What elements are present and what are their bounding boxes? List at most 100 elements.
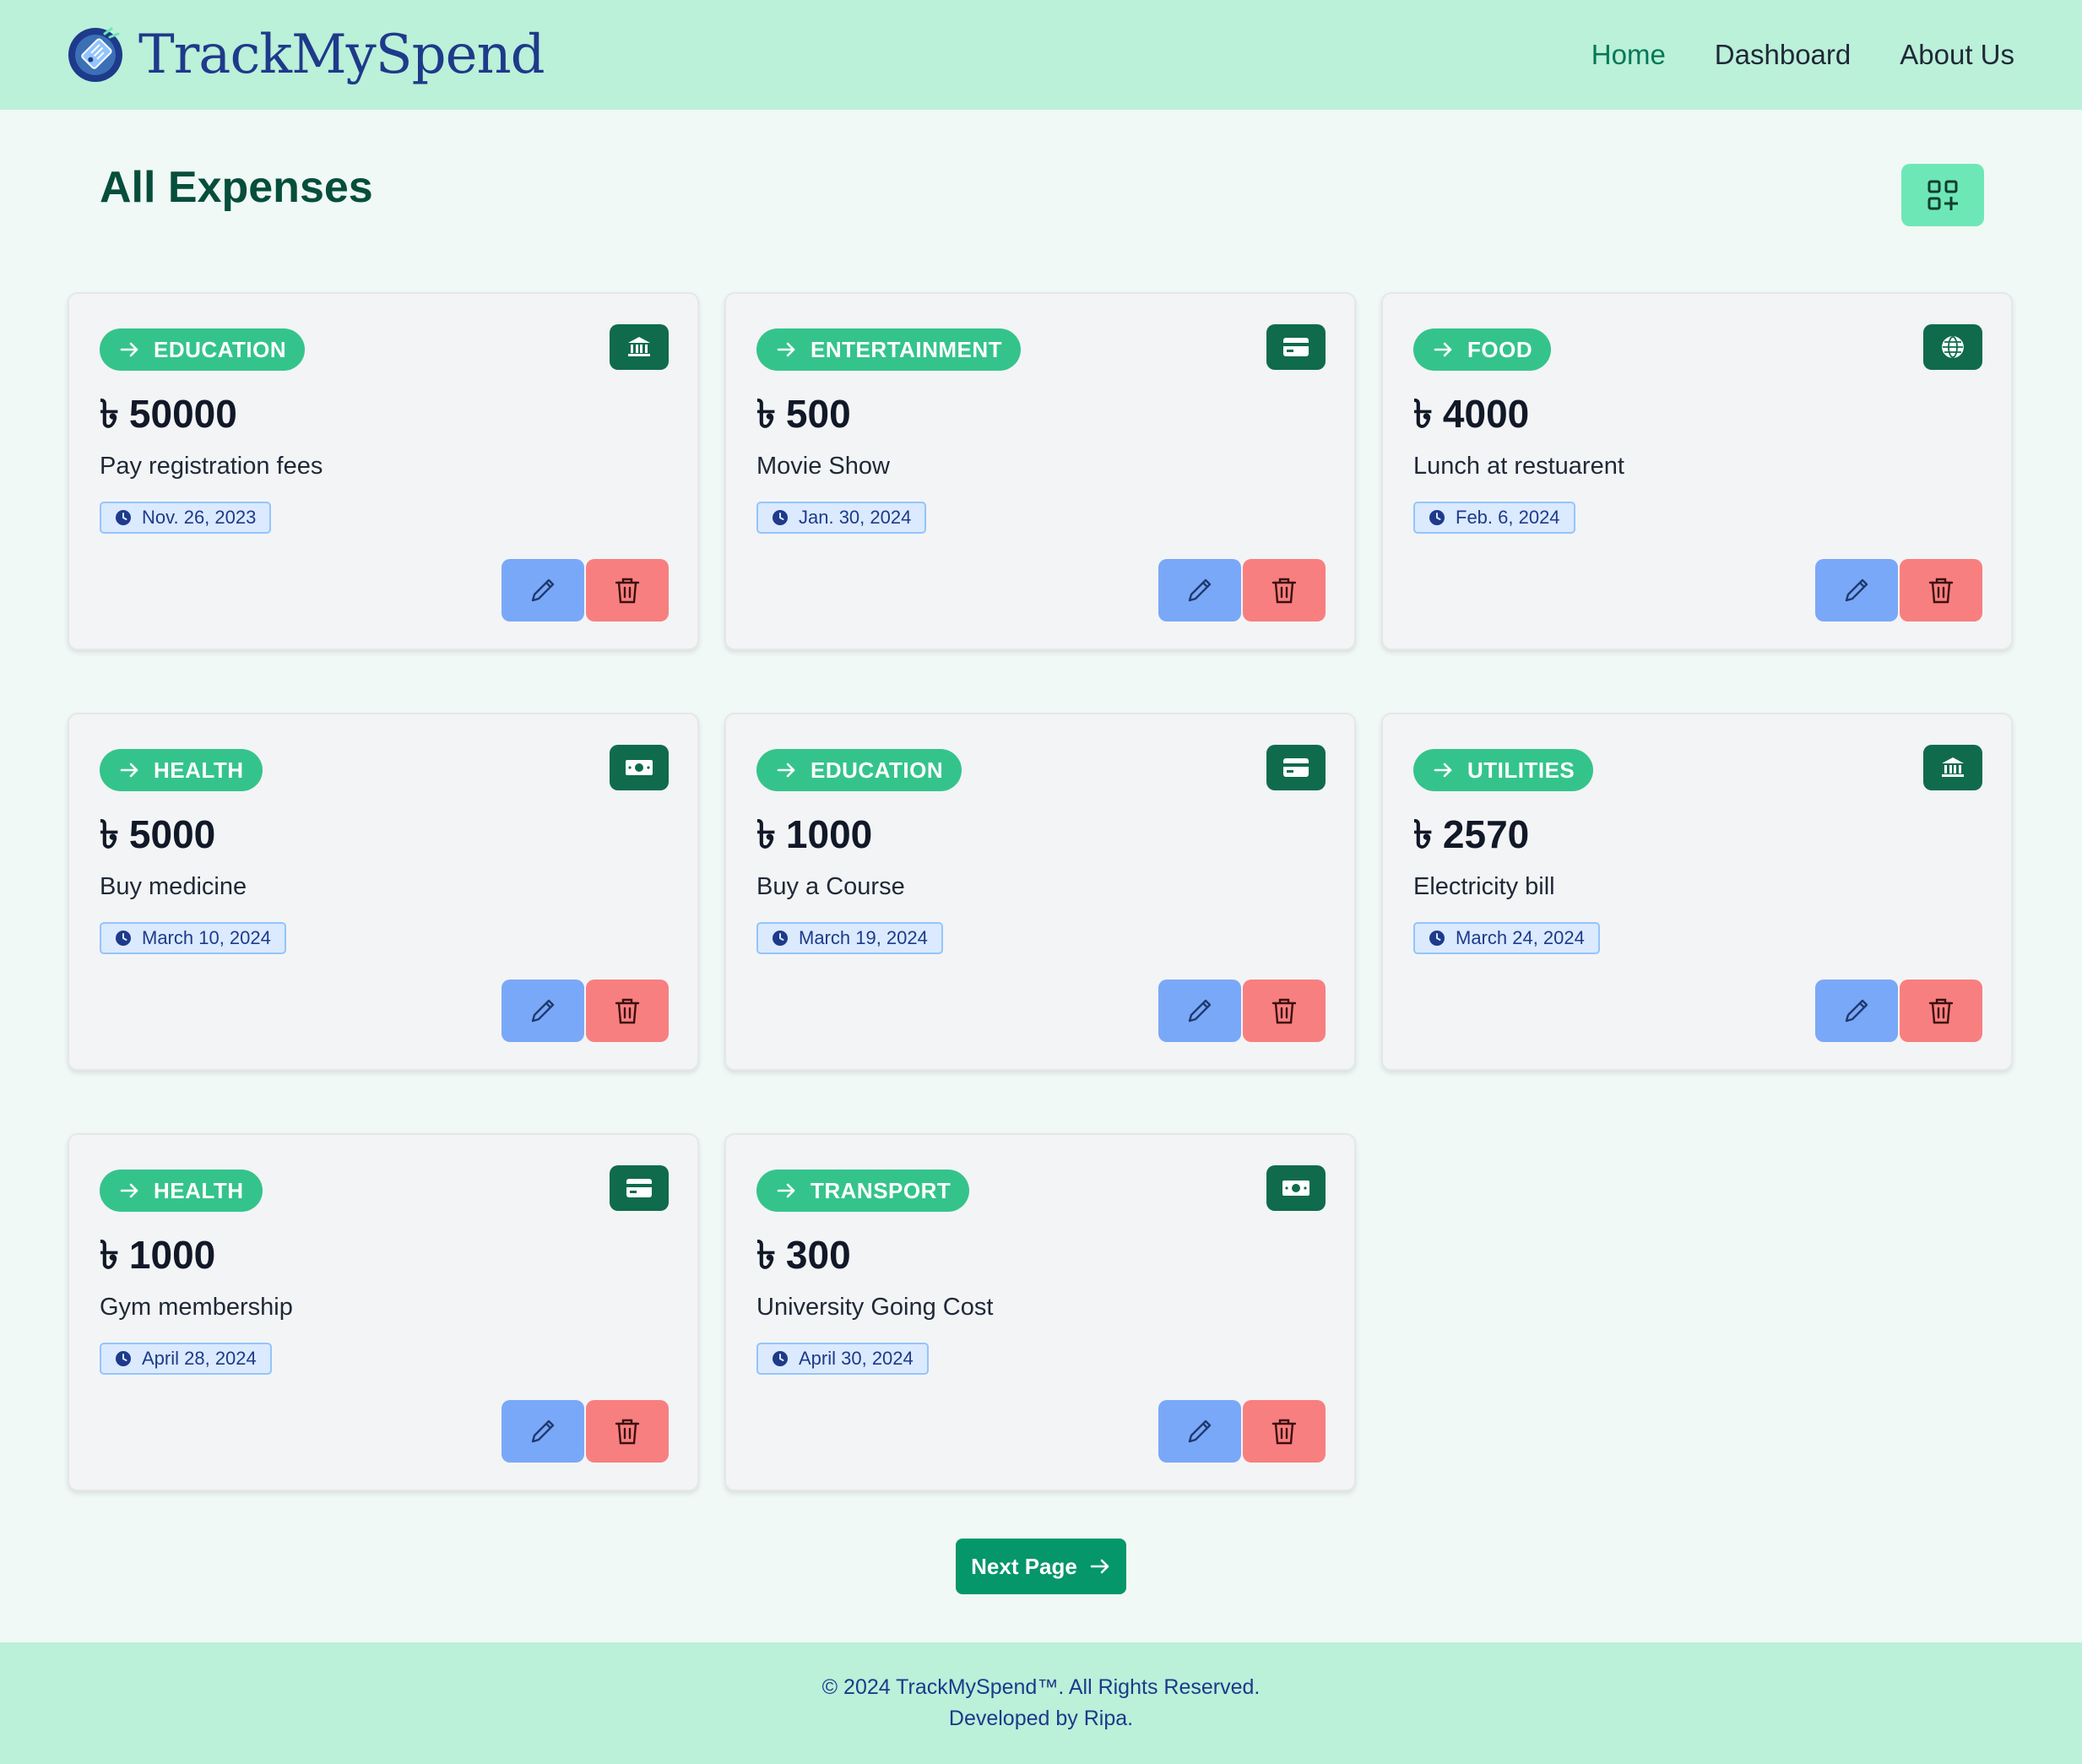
bank-icon xyxy=(1942,757,1964,777)
edit-button[interactable] xyxy=(1815,559,1898,621)
expense-date: Jan. 30, 2024 xyxy=(799,507,912,528)
clock-icon xyxy=(116,931,131,946)
arrow-right-icon xyxy=(1434,342,1452,357)
delete-button[interactable] xyxy=(586,980,669,1042)
nav-about-us[interactable]: About Us xyxy=(1900,39,2014,71)
page-title: All Expenses xyxy=(100,163,373,212)
date-badge: Nov. 26, 2023 xyxy=(100,502,272,534)
payment-method-badge xyxy=(610,1165,669,1211)
payment-method-badge xyxy=(610,745,669,790)
pencil-icon xyxy=(531,1419,555,1443)
expense-card: EDUCATION ৳ 50000 Pay registration fees N… xyxy=(68,292,699,650)
expense-card: UTILITIES ৳ 2570 Electricity bill March 2… xyxy=(1381,713,2013,1071)
expense-date: April 30, 2024 xyxy=(799,1348,914,1369)
category-label: ENTERTAINMENT xyxy=(811,336,1003,362)
currency-symbol: ৳ xyxy=(756,1233,776,1277)
date-badge: Jan. 30, 2024 xyxy=(756,502,927,534)
trash-icon xyxy=(615,1419,640,1445)
clock-icon xyxy=(773,931,788,946)
pencil-icon xyxy=(1188,1419,1212,1443)
nav-links: Home Dashboard About Us xyxy=(1591,39,2014,71)
arrow-right-icon xyxy=(777,342,795,357)
globe-icon xyxy=(1942,336,1964,358)
delete-button[interactable] xyxy=(1243,980,1326,1042)
category-badge[interactable]: EDUCATION xyxy=(756,749,962,791)
edit-button[interactable] xyxy=(502,559,584,621)
date-badge: April 28, 2024 xyxy=(100,1343,272,1375)
amount-value: 5000 xyxy=(128,812,216,856)
cash-icon xyxy=(1282,1181,1309,1196)
arrow-right-icon xyxy=(120,342,138,357)
pencil-icon xyxy=(531,578,555,602)
delete-button[interactable] xyxy=(586,559,669,621)
edit-button[interactable] xyxy=(502,1400,584,1463)
date-badge: March 19, 2024 xyxy=(756,922,943,954)
cash-icon xyxy=(626,760,653,775)
pencil-icon xyxy=(1188,999,1212,1023)
category-badge[interactable]: TRANSPORT xyxy=(756,1170,970,1212)
payment-method-badge xyxy=(1266,1165,1326,1211)
bank-icon xyxy=(628,337,650,356)
amount-value: 300 xyxy=(785,1233,851,1277)
currency-symbol: ৳ xyxy=(100,812,119,856)
delete-button[interactable] xyxy=(1900,559,1982,621)
arrow-right-icon xyxy=(1434,763,1452,778)
edit-button[interactable] xyxy=(1158,980,1241,1042)
category-label: HEALTH xyxy=(154,1177,244,1203)
category-badge[interactable]: HEALTH xyxy=(100,749,263,791)
pencil-icon xyxy=(1845,578,1868,602)
expense-card: FOOD ৳ 4000 Lunch at restuarent Feb. 6, 2… xyxy=(1381,292,2013,650)
brand[interactable]: TrackMySpend xyxy=(68,24,545,86)
amount-value: 1000 xyxy=(128,1233,216,1277)
expense-date: Feb. 6, 2024 xyxy=(1456,507,1560,528)
expense-card: HEALTH ৳ 1000 Gym membership April 28, 20… xyxy=(68,1133,699,1491)
expense-amount: ৳ 50000 xyxy=(100,385,237,449)
currency-symbol: ৳ xyxy=(756,392,776,436)
pencil-icon xyxy=(531,999,555,1023)
category-badge[interactable]: ENTERTAINMENT xyxy=(756,328,1022,371)
delete-button[interactable] xyxy=(1900,980,1982,1042)
amount-value: 2570 xyxy=(1442,812,1530,856)
trash-icon xyxy=(615,998,640,1024)
expense-date: Nov. 26, 2023 xyxy=(142,507,257,528)
edit-button[interactable] xyxy=(1158,1400,1241,1463)
add-expense-button[interactable] xyxy=(1901,164,1984,226)
nav-dashboard[interactable]: Dashboard xyxy=(1715,39,1851,71)
amount-value: 50000 xyxy=(128,392,237,436)
arrow-right-icon xyxy=(120,1183,138,1198)
trash-icon xyxy=(1928,998,1954,1024)
date-badge: March 24, 2024 xyxy=(1413,922,1600,954)
currency-symbol: ৳ xyxy=(756,812,776,856)
clock-icon xyxy=(773,1351,788,1366)
payment-method-badge xyxy=(1923,324,1982,370)
edit-button[interactable] xyxy=(1815,980,1898,1042)
delete-button[interactable] xyxy=(1243,559,1326,621)
edit-button[interactable] xyxy=(502,980,584,1042)
clock-icon xyxy=(1429,931,1445,946)
trash-icon xyxy=(1271,1419,1297,1445)
currency-symbol: ৳ xyxy=(1413,812,1433,856)
edit-button[interactable] xyxy=(1158,559,1241,621)
expense-description: Movie Show xyxy=(756,453,890,480)
arrow-right-icon xyxy=(1090,1559,1109,1574)
next-page-button[interactable]: Next Page xyxy=(956,1539,1126,1594)
category-badge[interactable]: UTILITIES xyxy=(1413,749,1594,791)
amount-value: 1000 xyxy=(785,812,873,856)
grid-plus-icon xyxy=(1927,180,1958,210)
expense-card: HEALTH ৳ 5000 Buy medicine March 10, 2024 xyxy=(68,713,699,1071)
expense-description: Buy medicine xyxy=(100,873,247,900)
category-badge[interactable]: FOOD xyxy=(1413,328,1552,371)
delete-button[interactable] xyxy=(586,1400,669,1463)
payment-method-badge xyxy=(610,324,669,370)
date-badge: April 30, 2024 xyxy=(756,1343,929,1375)
category-badge[interactable]: HEALTH xyxy=(100,1170,263,1212)
trash-icon xyxy=(615,578,640,604)
expense-description: Pay registration fees xyxy=(100,453,323,480)
category-label: FOOD xyxy=(1467,336,1533,362)
nav-home[interactable]: Home xyxy=(1591,39,1666,71)
category-badge[interactable]: EDUCATION xyxy=(100,328,306,371)
arrow-right-icon xyxy=(777,763,795,778)
amount-value: 4000 xyxy=(1442,392,1530,436)
category-label: EDUCATION xyxy=(811,757,944,783)
delete-button[interactable] xyxy=(1243,1400,1326,1463)
